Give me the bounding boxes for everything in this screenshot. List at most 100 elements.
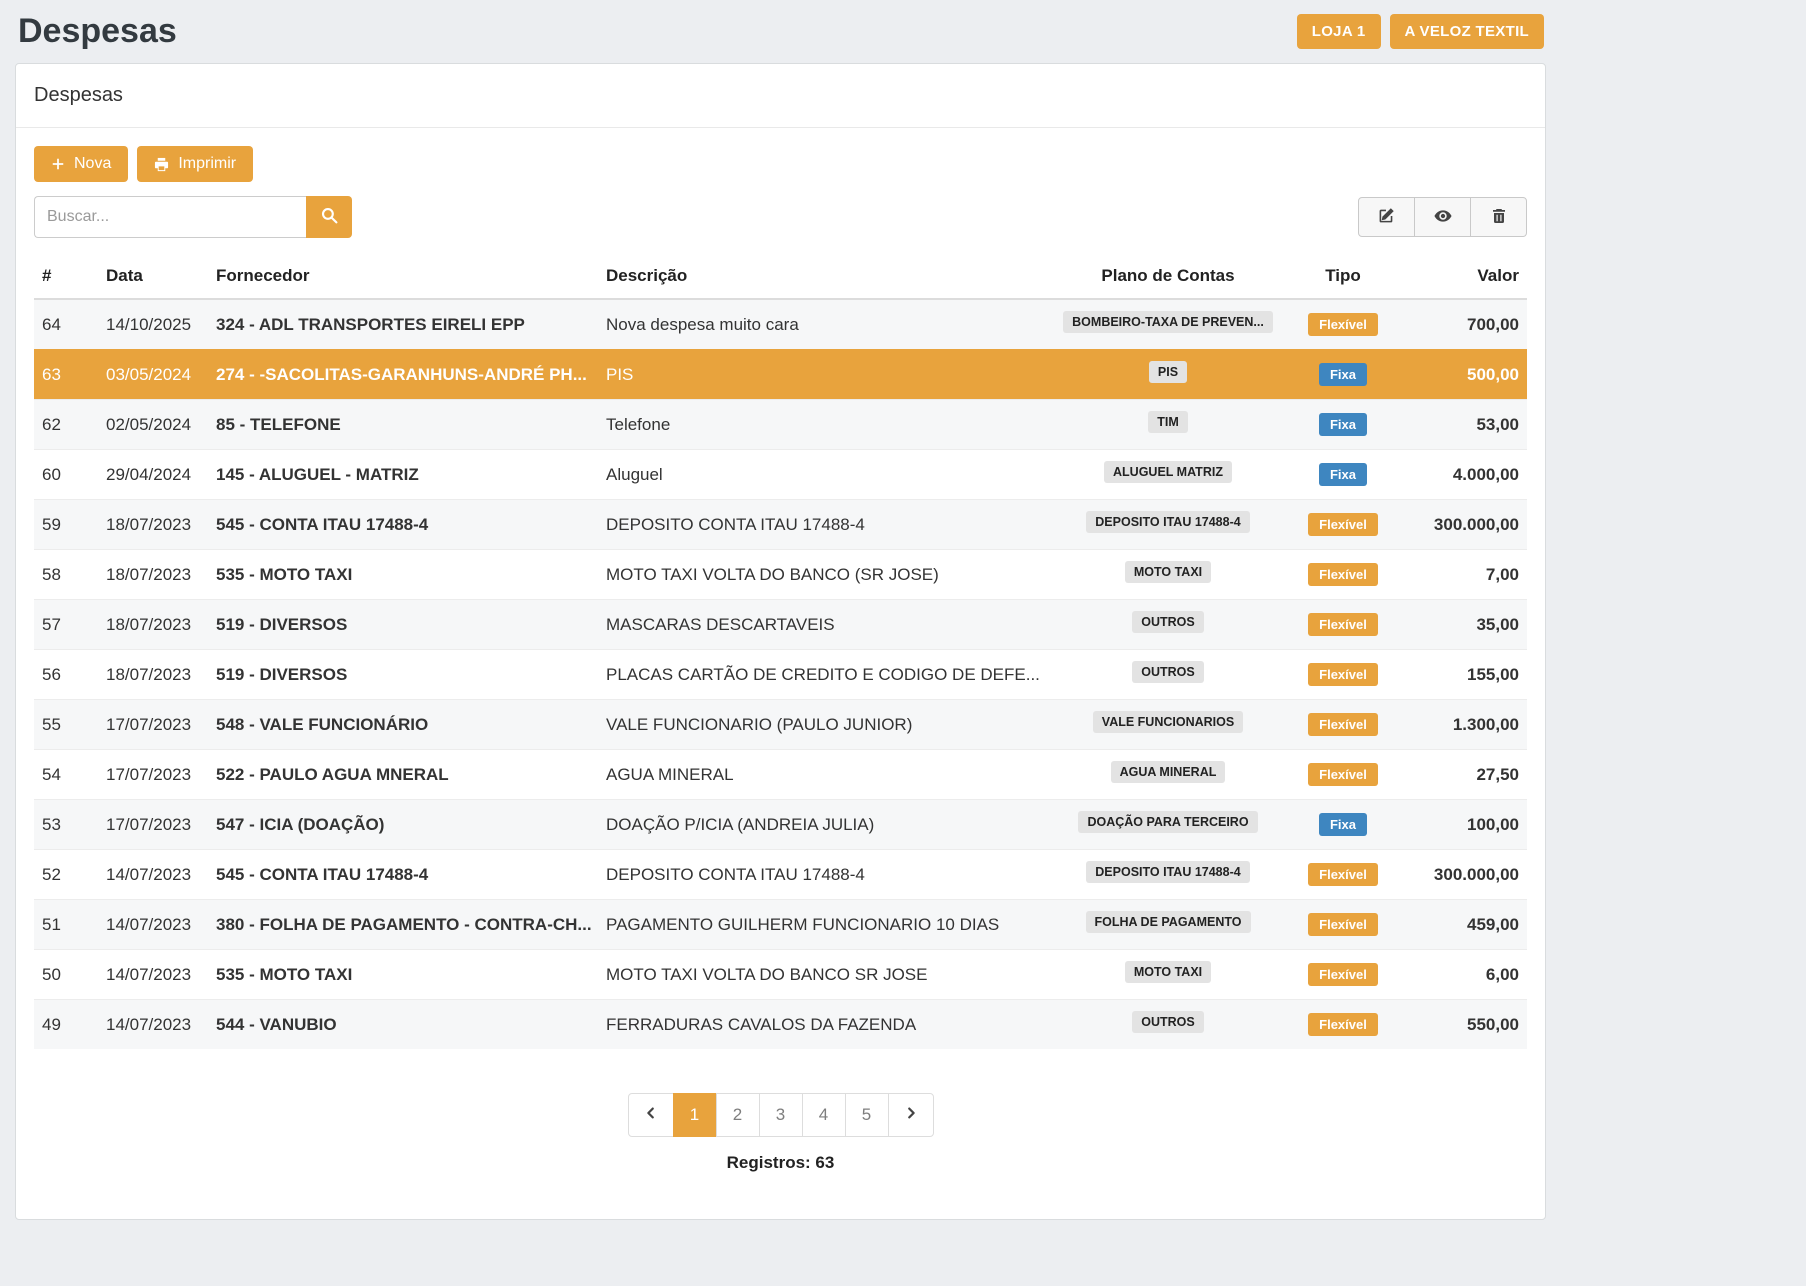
cell-tipo: Flexível bbox=[1288, 550, 1398, 600]
table-row[interactable]: 59 18/07/2023 545 - CONTA ITAU 17488-4 D… bbox=[34, 500, 1527, 550]
table-row[interactable]: 53 17/07/2023 547 - ICIA (DOAÇÃO) DOAÇÃO… bbox=[34, 800, 1527, 850]
nova-button[interactable]: Nova bbox=[34, 146, 128, 182]
column-header-id: # bbox=[34, 254, 98, 299]
cell-fornecedor: 519 - DIVERSOS bbox=[208, 600, 598, 650]
cell-valor: 6,00 bbox=[1398, 950, 1527, 1000]
plus-icon bbox=[51, 157, 65, 171]
cell-valor: 700,00 bbox=[1398, 299, 1527, 350]
type-badge: Flexível bbox=[1308, 763, 1378, 786]
search-button[interactable] bbox=[306, 196, 352, 238]
chevron-left-icon bbox=[644, 1105, 658, 1125]
type-badge: Fixa bbox=[1319, 463, 1367, 486]
cell-descricao: PLACAS CARTÃO DE CREDITO E CODIGO DE DEF… bbox=[598, 650, 1048, 700]
table-row[interactable]: 51 14/07/2023 380 - FOLHA DE PAGAMENTO -… bbox=[34, 900, 1527, 950]
pagination-page[interactable]: 3 bbox=[759, 1093, 803, 1137]
store-button-loja1[interactable]: LOJA 1 bbox=[1297, 14, 1381, 49]
cell-fornecedor: 324 - ADL TRANSPORTES EIRELI EPP bbox=[208, 299, 598, 350]
cell-id: 63 bbox=[34, 350, 98, 400]
type-badge: Flexível bbox=[1308, 863, 1378, 886]
pagination-page[interactable]: 2 bbox=[716, 1093, 760, 1137]
plan-badge: AGUA MINERAL bbox=[1111, 761, 1226, 783]
column-header-valor: Valor bbox=[1398, 254, 1527, 299]
pagination-page[interactable]: 4 bbox=[802, 1093, 846, 1137]
cell-date: 18/07/2023 bbox=[98, 600, 208, 650]
cell-descricao: Telefone bbox=[598, 400, 1048, 450]
edit-icon bbox=[1378, 207, 1395, 227]
table-row[interactable]: 60 29/04/2024 145 - ALUGUEL - MATRIZ Alu… bbox=[34, 450, 1527, 500]
cell-plano: MOTO TAXI bbox=[1048, 950, 1288, 1000]
search-group bbox=[34, 196, 352, 238]
cell-descricao: MOTO TAXI VOLTA DO BANCO SR JOSE bbox=[598, 950, 1048, 1000]
table-row[interactable]: 63 03/05/2024 274 - -SACOLITAS-GARANHUNS… bbox=[34, 350, 1527, 400]
cell-date: 17/07/2023 bbox=[98, 800, 208, 850]
cell-descricao: DEPOSITO CONTA ITAU 17488-4 bbox=[598, 500, 1048, 550]
cell-plano: OUTROS bbox=[1048, 1000, 1288, 1050]
page-header: Despesas LOJA 1 A VELOZ TEXTIL bbox=[15, 0, 1546, 63]
cell-descricao: Aluguel bbox=[598, 450, 1048, 500]
cell-tipo: Flexível bbox=[1288, 900, 1398, 950]
plan-badge: FOLHA DE PAGAMENTO bbox=[1086, 911, 1251, 933]
cell-id: 59 bbox=[34, 500, 98, 550]
card-title: Despesas bbox=[16, 64, 1545, 128]
pagination-prev[interactable] bbox=[628, 1093, 674, 1137]
cell-date: 14/07/2023 bbox=[98, 950, 208, 1000]
cell-tipo: Fixa bbox=[1288, 400, 1398, 450]
table-row[interactable]: 52 14/07/2023 545 - CONTA ITAU 17488-4 D… bbox=[34, 850, 1527, 900]
cell-fornecedor: 274 - -SACOLITAS-GARANHUNS-ANDRÉ PH... bbox=[208, 350, 598, 400]
column-header-tipo: Tipo bbox=[1288, 254, 1398, 299]
pagination-page[interactable]: 5 bbox=[845, 1093, 889, 1137]
table-row[interactable]: 62 02/05/2024 85 - TELEFONE Telefone TIM… bbox=[34, 400, 1527, 450]
view-button[interactable] bbox=[1414, 197, 1471, 237]
cell-date: 18/07/2023 bbox=[98, 550, 208, 600]
store-button-veloz-textil[interactable]: A VELOZ TEXTIL bbox=[1390, 14, 1544, 49]
column-header-data: Data bbox=[98, 254, 208, 299]
cell-descricao: DEPOSITO CONTA ITAU 17488-4 bbox=[598, 850, 1048, 900]
imprimir-button[interactable]: Imprimir bbox=[137, 146, 253, 182]
cell-date: 29/04/2024 bbox=[98, 450, 208, 500]
cell-plano: DEPOSITO ITAU 17488-4 bbox=[1048, 850, 1288, 900]
cell-valor: 300.000,00 bbox=[1398, 850, 1527, 900]
cell-date: 17/07/2023 bbox=[98, 700, 208, 750]
cell-plano: OUTROS bbox=[1048, 650, 1288, 700]
cell-id: 49 bbox=[34, 1000, 98, 1050]
pagination-pages: 12345 bbox=[674, 1093, 889, 1137]
type-badge: Fixa bbox=[1319, 413, 1367, 436]
table-row[interactable]: 64 14/10/2025 324 - ADL TRANSPORTES EIRE… bbox=[34, 299, 1527, 350]
table-row[interactable]: 58 18/07/2023 535 - MOTO TAXI MOTO TAXI … bbox=[34, 550, 1527, 600]
cell-tipo: Flexível bbox=[1288, 600, 1398, 650]
table-header: # Data Fornecedor Descrição Plano de Con… bbox=[34, 254, 1527, 299]
cell-plano: AGUA MINERAL bbox=[1048, 750, 1288, 800]
table-row[interactable]: 55 17/07/2023 548 - VALE FUNCIONÁRIO VAL… bbox=[34, 700, 1527, 750]
cell-descricao: DOAÇÃO P/ICIA (ANDREIA JULIA) bbox=[598, 800, 1048, 850]
cell-fornecedor: 145 - ALUGUEL - MATRIZ bbox=[208, 450, 598, 500]
search-row bbox=[34, 196, 1527, 238]
plan-badge: PIS bbox=[1149, 361, 1187, 383]
delete-button[interactable] bbox=[1470, 197, 1527, 237]
table-row[interactable]: 57 18/07/2023 519 - DIVERSOS MASCARAS DE… bbox=[34, 600, 1527, 650]
cell-plano: FOLHA DE PAGAMENTO bbox=[1048, 900, 1288, 950]
cell-id: 54 bbox=[34, 750, 98, 800]
cell-plano: MOTO TAXI bbox=[1048, 550, 1288, 600]
edit-button[interactable] bbox=[1358, 197, 1415, 237]
column-header-descricao: Descrição bbox=[598, 254, 1048, 299]
cell-id: 50 bbox=[34, 950, 98, 1000]
cell-tipo: Flexível bbox=[1288, 650, 1398, 700]
cell-descricao: PIS bbox=[598, 350, 1048, 400]
cell-valor: 1.300,00 bbox=[1398, 700, 1527, 750]
search-input[interactable] bbox=[34, 196, 306, 238]
table-row[interactable]: 56 18/07/2023 519 - DIVERSOS PLACAS CART… bbox=[34, 650, 1527, 700]
cell-tipo: Flexível bbox=[1288, 850, 1398, 900]
table-row[interactable]: 54 17/07/2023 522 - PAULO AGUA MNERAL AG… bbox=[34, 750, 1527, 800]
pagination-next[interactable] bbox=[888, 1093, 934, 1137]
cell-tipo: Flexível bbox=[1288, 700, 1398, 750]
cell-valor: 27,50 bbox=[1398, 750, 1527, 800]
table-row[interactable]: 50 14/07/2023 535 - MOTO TAXI MOTO TAXI … bbox=[34, 950, 1527, 1000]
pagination-page[interactable]: 1 bbox=[673, 1093, 717, 1137]
imprimir-button-label: Imprimir bbox=[178, 155, 236, 173]
expenses-table: # Data Fornecedor Descrição Plano de Con… bbox=[34, 254, 1527, 1049]
cell-tipo: Flexível bbox=[1288, 500, 1398, 550]
table-row[interactable]: 49 14/07/2023 544 - VANUBIO FERRADURAS C… bbox=[34, 1000, 1527, 1050]
cell-tipo: Flexível bbox=[1288, 299, 1398, 350]
plan-badge: DOAÇÃO PARA TERCEIRO bbox=[1078, 811, 1257, 833]
plan-badge: OUTROS bbox=[1132, 611, 1203, 633]
